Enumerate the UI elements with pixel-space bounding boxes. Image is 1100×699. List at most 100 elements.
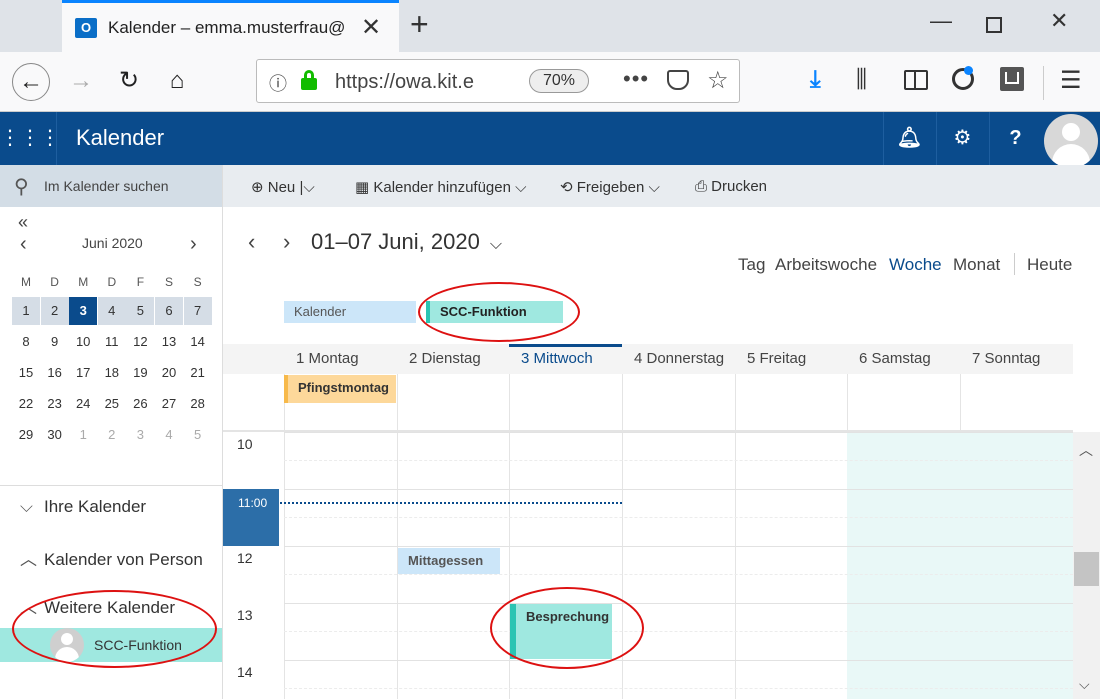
browser-toolbar: ← → ↻ ⌂ ⓘ https://owa.kit.e 70% ••• ☆ ⤓ …	[0, 52, 1100, 112]
new-button[interactable]: ⊕ Neu |⌵	[251, 178, 315, 196]
new-tab-icon[interactable]: +	[410, 6, 429, 43]
mini-calendar-day[interactable]: 18	[98, 359, 126, 387]
toolbar-divider	[1043, 66, 1044, 100]
maximize-icon[interactable]	[986, 17, 1002, 33]
minimize-icon[interactable]: —	[930, 8, 952, 34]
mini-calendar-day[interactable]: 2	[98, 421, 126, 449]
app-launcher-icon[interactable]: ⋮⋮⋮	[0, 112, 60, 165]
event-pfingstmontag[interactable]: Pfingstmontag	[284, 375, 396, 403]
today-indicator	[509, 344, 622, 347]
settings-gear-icon[interactable]: ⚙	[936, 112, 988, 165]
account-icon[interactable]	[952, 66, 974, 90]
mini-calendar-day[interactable]: 22	[12, 390, 40, 418]
mini-prev-month-icon[interactable]: ‹	[20, 233, 27, 256]
mini-calendar-day[interactable]: 13	[155, 328, 183, 356]
pocket-icon[interactable]	[667, 70, 689, 90]
day-header[interactable]: 5 Freitag	[735, 344, 848, 374]
print-button[interactable]: ⎙ Drucken	[695, 178, 767, 195]
home-icon[interactable]: ⌂	[158, 63, 196, 101]
mini-calendar-day[interactable]: 21	[184, 359, 212, 387]
bookmark-star-icon[interactable]: ☆	[707, 66, 729, 95]
date-range-title[interactable]: 01–07 Juni, 2020 ⌵	[311, 229, 502, 255]
mini-calendar-day[interactable]: 30	[41, 421, 69, 449]
mini-calendar-day[interactable]: 3	[69, 297, 98, 325]
collapse-pane-icon[interactable]: «	[18, 212, 28, 233]
view-workweek[interactable]: Arbeitswoche	[775, 255, 877, 275]
mini-calendar-day[interactable]: 3	[126, 421, 154, 449]
view-month[interactable]: Monat	[953, 255, 1000, 275]
mini-calendar-day[interactable]: 4	[97, 297, 126, 325]
back-icon[interactable]: ←	[12, 63, 50, 101]
day-header[interactable]: 2 Dienstag	[397, 344, 510, 374]
lock-icon[interactable]	[301, 70, 317, 90]
mini-calendar-day[interactable]: 19	[126, 359, 154, 387]
mini-next-month-icon[interactable]: ›	[190, 233, 197, 256]
section-own-calendars[interactable]: ⌵ Ihre Kalender	[20, 497, 146, 517]
view-day[interactable]: Tag	[738, 255, 765, 275]
notifications-bell-icon[interactable]: 🔔︎	[883, 112, 935, 165]
user-avatar[interactable]	[1044, 114, 1098, 168]
sidebar-icon[interactable]	[904, 70, 928, 90]
library-icon[interactable]: ⫼	[856, 66, 867, 94]
reload-icon[interactable]: ↻	[110, 63, 148, 101]
scroll-thumb[interactable]	[1074, 552, 1099, 586]
add-calendar-button[interactable]: ▦ Kalender hinzufügen ⌵	[355, 178, 527, 196]
mini-calendar-day[interactable]: 8	[12, 328, 40, 356]
day-header[interactable]: 7 Sonntag	[960, 344, 1073, 374]
calendar-search[interactable]: ⚲ Im Kalender suchen	[0, 165, 222, 207]
day-header[interactable]: 6 Samstag	[847, 344, 960, 374]
mini-calendar-day[interactable]: 11	[98, 328, 126, 356]
mini-calendar-day[interactable]: 1	[69, 421, 97, 449]
mini-calendar-day[interactable]: 10	[69, 328, 97, 356]
mini-calendar-day[interactable]: 29	[12, 421, 40, 449]
view-week[interactable]: Woche	[889, 255, 942, 275]
today-button[interactable]: Heute	[1027, 255, 1072, 275]
day-header[interactable]: 1 Montag	[284, 344, 397, 374]
mini-calendar-day[interactable]: 26	[126, 390, 154, 418]
forward-icon[interactable]: →	[62, 63, 100, 101]
mini-calendar-day[interactable]: 25	[98, 390, 126, 418]
download-icon[interactable]: ⤓	[810, 66, 821, 94]
mini-calendar-day[interactable]: 9	[41, 328, 69, 356]
calendar-chip-own[interactable]: Kalender	[284, 301, 416, 323]
mini-calendar-day[interactable]: 6	[155, 297, 183, 325]
mini-calendar-day[interactable]: 12	[126, 328, 154, 356]
browser-tab[interactable]: O Kalender – emma.musterfrau@ ✕	[62, 0, 399, 52]
mini-calendar-day[interactable]: 16	[41, 359, 69, 387]
annotation-circle	[12, 590, 217, 668]
url-bar[interactable]: ⓘ https://owa.kit.e 70% ••• ☆	[256, 59, 740, 103]
event-mittagessen[interactable]: Mittagessen	[398, 548, 500, 574]
section-people-calendars[interactable]: ︿ Kalender von Person	[20, 545, 203, 570]
next-week-icon[interactable]: ›	[283, 229, 290, 255]
info-icon[interactable]: ⓘ	[269, 70, 287, 96]
mini-calendar-day[interactable]: 23	[41, 390, 69, 418]
mini-calendar-day[interactable]: 17	[69, 359, 97, 387]
mini-calendar-day[interactable]: 5	[126, 297, 155, 325]
mini-calendar-day[interactable]: 7	[183, 297, 212, 325]
close-tab-icon[interactable]: ✕	[361, 13, 381, 42]
day-header[interactable]: 3 Mittwoch	[509, 344, 622, 374]
mini-calendar-day[interactable]: 24	[69, 390, 97, 418]
mini-calendar-day[interactable]: 1	[12, 297, 40, 325]
mini-calendar-day[interactable]: 28	[184, 390, 212, 418]
mini-calendar-day[interactable]: 2	[40, 297, 69, 325]
help-icon[interactable]: ?	[989, 112, 1041, 165]
mini-calendar-day[interactable]: 15	[12, 359, 40, 387]
mini-calendar-day[interactable]: 4	[155, 421, 183, 449]
scroll-up-icon[interactable]: ︿	[1079, 440, 1093, 460]
day-header[interactable]: 4 Donnerstag	[622, 344, 735, 374]
calendar-scrollbar[interactable]: ︿ ⌵	[1073, 432, 1100, 699]
share-button[interactable]: ⟲ Freigeben ⌵	[560, 178, 660, 196]
mini-calendar-day[interactable]: 14	[184, 328, 212, 356]
mini-calendar-day[interactable]: 5	[184, 421, 212, 449]
menu-icon[interactable]: ☰	[1060, 66, 1082, 95]
mini-calendar-day[interactable]: 27	[155, 390, 183, 418]
mini-calendar-day[interactable]: 20	[155, 359, 183, 387]
scroll-down-icon[interactable]: ⌵	[1079, 676, 1090, 693]
prev-week-icon[interactable]: ‹	[248, 229, 255, 255]
extension-icon[interactable]	[1000, 67, 1024, 91]
window-close-icon[interactable]: ✕	[1050, 8, 1068, 34]
more-icon[interactable]: •••	[623, 66, 649, 92]
chevron-down-icon: ⌵	[20, 497, 33, 516]
zoom-badge[interactable]: 70%	[529, 69, 589, 93]
